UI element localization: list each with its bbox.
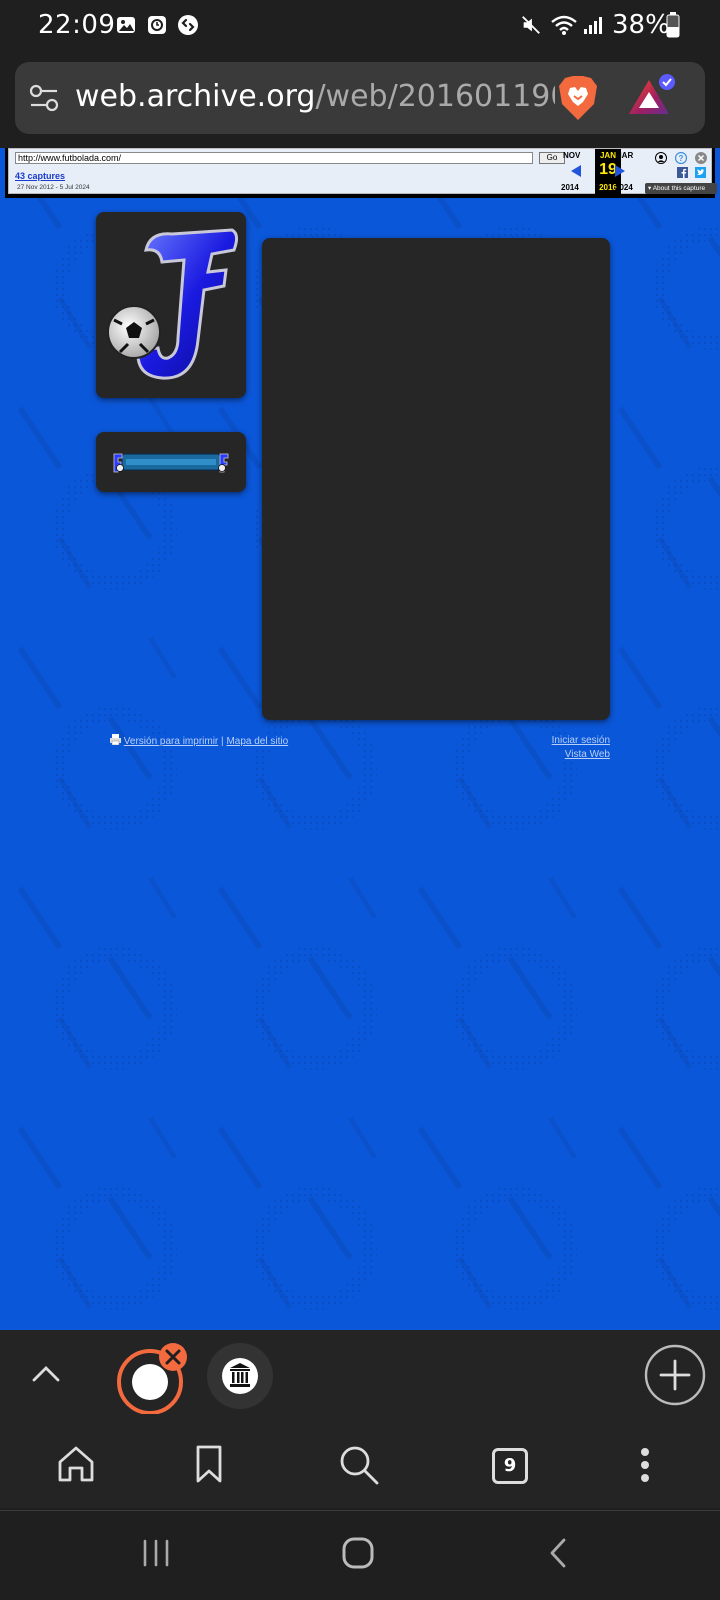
print-version-link[interactable]: Versión para imprimir xyxy=(124,736,218,747)
wayback-about-capture[interactable]: ▾ About this capture xyxy=(645,183,717,194)
wayback-next-month[interactable]: MAR xyxy=(615,151,633,160)
signal-icon xyxy=(584,17,602,34)
wayback-next-year: 2024 xyxy=(615,183,633,192)
address-bar[interactable]: web.archive.org/web/2016011906 xyxy=(15,62,705,134)
printer-icon xyxy=(110,734,121,746)
new-tab-icon[interactable] xyxy=(644,1344,706,1406)
wayback-captures-link[interactable]: 43 captures xyxy=(15,171,65,181)
system-nav-bar xyxy=(0,1510,720,1600)
twitter-icon[interactable] xyxy=(695,167,706,178)
battery-icon xyxy=(666,12,680,38)
wayback-next-arrow-icon[interactable] xyxy=(615,165,625,177)
active-tab-icon[interactable] xyxy=(114,1342,190,1414)
logo-panel xyxy=(96,212,246,398)
wayback-prev-arrow-icon[interactable] xyxy=(571,165,581,177)
bookmark-icon[interactable] xyxy=(192,1444,226,1484)
status-time: 22:09 xyxy=(38,10,116,40)
footer-separator: | xyxy=(221,736,224,747)
recent-apps-icon[interactable] xyxy=(140,1537,172,1569)
wifi-icon xyxy=(551,15,577,35)
web-view-link[interactable]: Vista Web xyxy=(565,749,610,760)
mute-icon xyxy=(522,16,540,34)
close-icon[interactable] xyxy=(695,152,707,164)
battery-percent: 38% xyxy=(612,10,670,40)
svg-text:?: ? xyxy=(679,154,684,163)
wayback-url-input[interactable]: http://www.futbolada.com/ xyxy=(15,152,533,164)
home-button-icon[interactable] xyxy=(340,1535,376,1571)
status-bar: 22:09 38% xyxy=(0,0,720,56)
url-text[interactable]: web.archive.org/web/2016011906 xyxy=(75,79,555,114)
wayback-capture-range: 27 Nov 2012 - 5 Jul 2024 xyxy=(17,184,90,191)
browser-toolbar xyxy=(0,1422,720,1508)
main-content-panel xyxy=(262,238,610,720)
chevron-up-icon[interactable] xyxy=(30,1358,62,1390)
banner-panel xyxy=(96,432,246,492)
wayback-prev-year: 2014 xyxy=(561,183,579,192)
brave-rewards-icon[interactable] xyxy=(627,74,679,118)
footer-right: Iniciar sesión Vista Web xyxy=(470,734,610,762)
browser-toolbar-shortcuts xyxy=(0,1330,720,1422)
chevron-down-icon: ▾ xyxy=(648,185,652,192)
clock-icon xyxy=(148,16,166,34)
gallery-icon xyxy=(117,17,135,33)
shazam-icon xyxy=(178,15,198,35)
back-icon[interactable] xyxy=(546,1537,570,1569)
sitemap-link[interactable]: Mapa del sitio xyxy=(226,736,288,747)
login-link[interactable]: Iniciar sesión xyxy=(552,735,610,746)
account-icon[interactable] xyxy=(655,152,667,164)
url-path: /web/2016011906 xyxy=(315,79,555,114)
wayback-toolbar: http://www.futbolada.com/ Go 43 captures… xyxy=(5,148,717,198)
site-settings-icon[interactable] xyxy=(29,82,59,114)
wayback-go-button[interactable]: Go xyxy=(539,152,565,164)
facebook-icon[interactable] xyxy=(677,167,688,178)
home-icon[interactable] xyxy=(56,1444,96,1484)
archive-tab-icon[interactable] xyxy=(206,1342,274,1410)
brave-lion-icon[interactable] xyxy=(557,74,599,122)
futbolada-logo-icon[interactable] xyxy=(102,220,242,390)
menu-icon[interactable] xyxy=(632,1444,658,1486)
tabs-counter-button[interactable]: 9 xyxy=(492,1448,528,1484)
wayback-prev-month[interactable]: NOV xyxy=(563,151,580,160)
footer-left: Versión para imprimir | Mapa del sitio xyxy=(110,734,288,747)
search-icon[interactable] xyxy=(338,1444,380,1486)
url-host: web.archive.org xyxy=(75,79,316,114)
futbolada-banner-icon[interactable] xyxy=(112,450,230,474)
wayback-about-label: About this capture xyxy=(652,185,706,192)
wayback-toolbar-inner: http://www.futbolada.com/ Go 43 captures… xyxy=(8,148,717,195)
help-icon[interactable]: ? xyxy=(675,152,687,164)
